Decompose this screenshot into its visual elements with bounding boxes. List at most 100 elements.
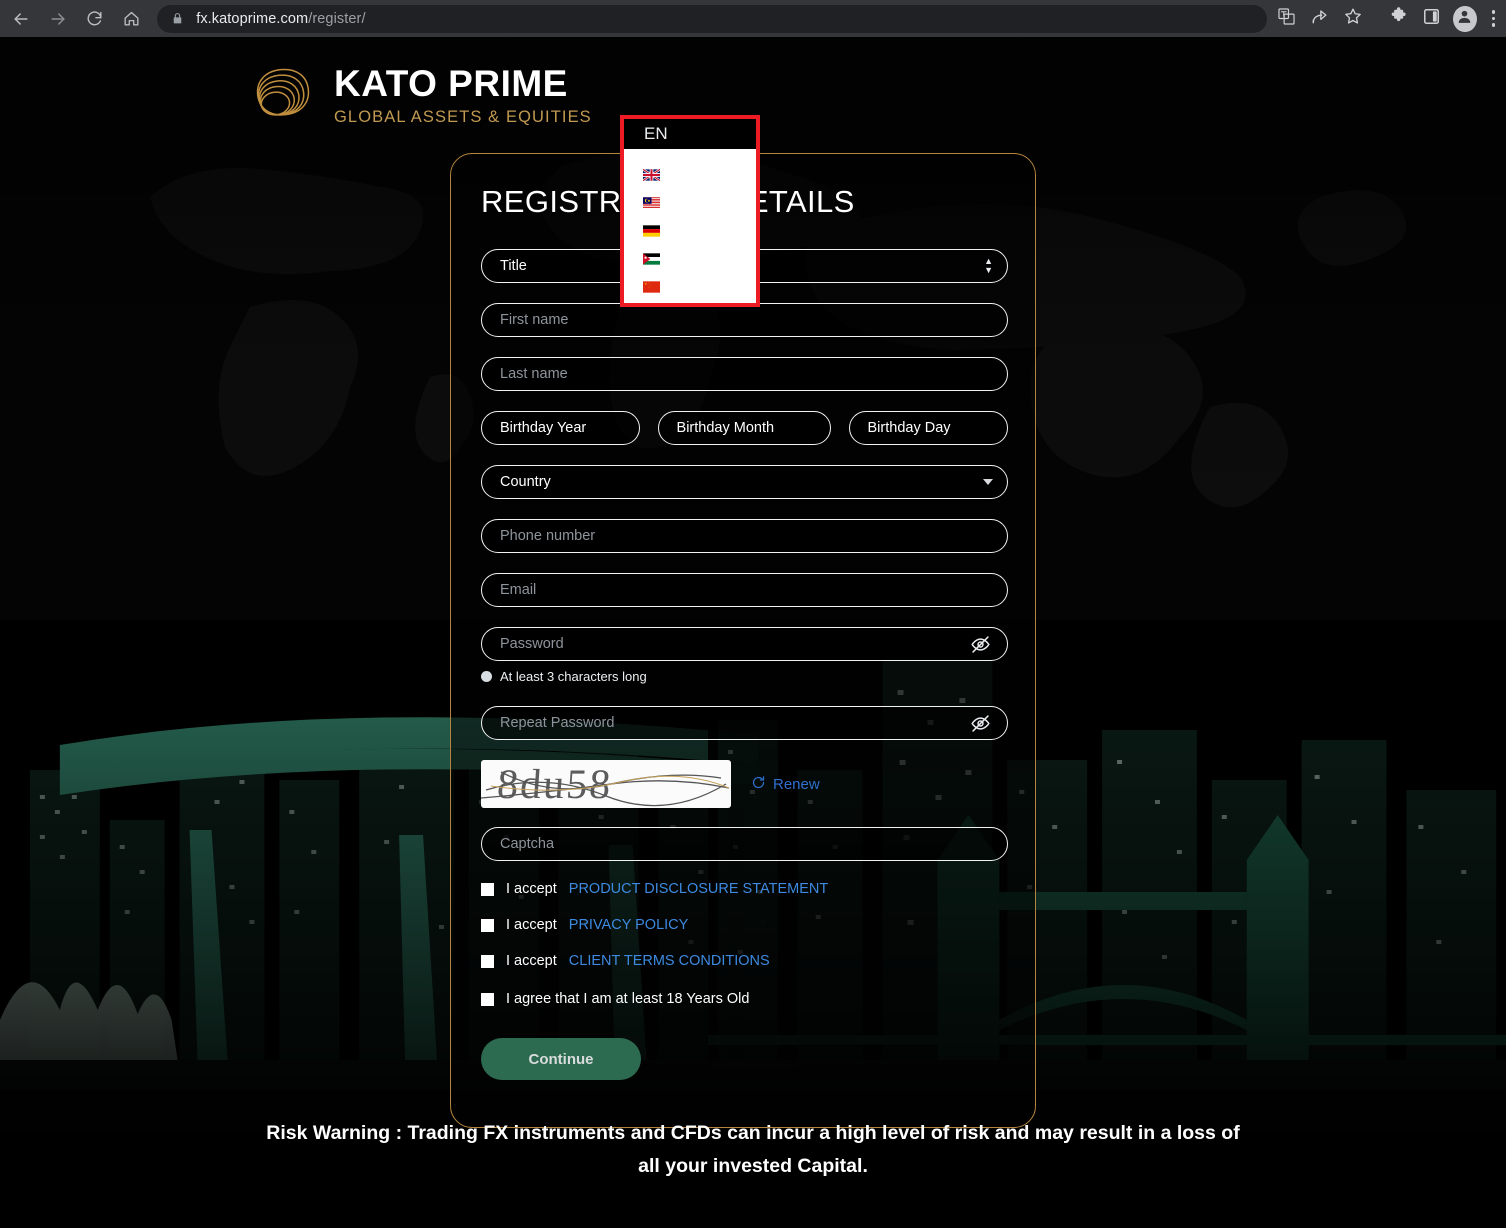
password-hint: At least 3 characters long [481, 669, 1008, 684]
kato-prime-logo-icon [256, 68, 310, 116]
reload-icon [85, 9, 104, 28]
brand-title: KATO PRIME [334, 62, 568, 104]
consent-client-terms[interactable]: I accept CLIENT TERMS CONDITIONS [481, 953, 1008, 969]
language-option-chinese[interactable] [624, 273, 756, 301]
forward-button[interactable] [43, 2, 74, 36]
consent-client-terms-checkbox[interactable] [481, 954, 494, 968]
birthday-month-input[interactable]: Birthday Month [657, 411, 831, 445]
email-placeholder: Email [500, 582, 537, 598]
renew-captcha-button[interactable]: Renew [751, 775, 820, 794]
language-option-arabic[interactable] [624, 245, 756, 273]
forward-arrow-icon [48, 9, 68, 29]
back-button[interactable] [6, 2, 37, 36]
brand-text: KATO PRIME GLOBAL ASSETS & EQUITIES [334, 65, 592, 126]
last-name-input[interactable]: Last name [481, 357, 1008, 391]
birthday-year-value: Birthday Year [500, 420, 587, 436]
reload-button[interactable] [80, 2, 111, 36]
translate-icon [1277, 7, 1296, 31]
repeat-password-input[interactable]: Repeat Password [481, 706, 1008, 740]
consent-client-terms-link[interactable]: CLIENT TERMS CONDITIONS [569, 953, 770, 969]
consent-privacy-checkbox[interactable] [481, 918, 494, 932]
brand-subtitle: GLOBAL ASSETS & EQUITIES [334, 107, 592, 126]
url-host: fx.katoprime.com [196, 10, 309, 27]
germany-flag-icon [643, 225, 660, 237]
profile-button[interactable] [1453, 5, 1477, 32]
last-name-placeholder: Last name [500, 366, 568, 382]
consent-pds-link[interactable]: PRODUCT DISCLOSURE STATEMENT [569, 881, 828, 897]
home-button[interactable] [116, 2, 147, 36]
bullet-icon [481, 671, 492, 682]
toggle-repeat-password-visibility-icon[interactable] [969, 712, 991, 734]
title-select-value: Title [500, 258, 527, 274]
registration-form: Title ▲ ▼ First name Last name Birthday Y… [481, 249, 1008, 1080]
birthday-day-value: Birthday Day [867, 420, 951, 436]
three-dot-menu-icon[interactable] [1481, 4, 1506, 34]
puzzle-icon [1389, 6, 1408, 31]
password-input[interactable]: Password [481, 627, 1008, 661]
lock-icon [171, 12, 184, 25]
consent-privacy-link[interactable]: PRIVACY POLICY [569, 917, 689, 933]
birthday-row: Birthday Year Birthday Month Birthday Da… [481, 411, 1008, 445]
consent-age-label: I agree that I am at least 18 Years Old [506, 991, 750, 1007]
language-option-malay[interactable] [624, 189, 756, 217]
continue-button[interactable]: Continue [481, 1038, 641, 1080]
consent-age[interactable]: I agree that I am at least 18 Years Old [481, 991, 1008, 1007]
captcha-input[interactable]: Captcha [481, 827, 1008, 861]
captcha-image: 8du58 [481, 760, 731, 808]
language-current-value[interactable]: EN [624, 119, 756, 149]
captcha-row: 8du58 Renew [481, 760, 1008, 808]
language-option-german[interactable] [624, 217, 756, 245]
translate-button[interactable] [1273, 4, 1300, 34]
captcha-placeholder: Captcha [500, 836, 555, 852]
uk-flag-icon [643, 169, 660, 181]
bookmark-button[interactable] [1340, 4, 1367, 34]
consent-pds-checkbox[interactable] [481, 882, 494, 896]
first-name-input[interactable]: First name [481, 303, 1008, 337]
password-hint-text: At least 3 characters long [500, 669, 647, 684]
birthday-year-input[interactable]: Birthday Year [481, 411, 640, 445]
language-options-list [624, 149, 756, 303]
phone-input[interactable]: Phone number [481, 519, 1008, 553]
avatar-icon [1456, 8, 1473, 30]
url-text: fx.katoprime.com/register/ [196, 11, 365, 27]
consent-client-terms-prefix: I accept [506, 953, 557, 969]
email-input[interactable]: Email [481, 573, 1008, 607]
first-name-placeholder: First name [500, 312, 569, 328]
birthday-month-value: Birthday Month [676, 420, 775, 436]
chevron-down-icon [983, 479, 993, 485]
language-dropdown[interactable]: EN [620, 115, 760, 307]
repeat-password-placeholder: Repeat Password [500, 715, 615, 731]
side-panel-button[interactable] [1418, 4, 1445, 34]
jordan-flag-icon [643, 253, 660, 265]
malaysia-flag-icon [643, 197, 660, 209]
country-select[interactable]: Country [481, 465, 1008, 499]
consent-age-checkbox[interactable] [481, 992, 494, 1006]
share-button[interactable] [1306, 4, 1333, 34]
back-arrow-icon [11, 9, 31, 29]
updown-caret-icon: ▲ ▼ [984, 256, 993, 275]
password-placeholder: Password [500, 636, 564, 652]
share-icon [1310, 6, 1330, 31]
consent-privacy[interactable]: I accept PRIVACY POLICY [481, 917, 1008, 933]
phone-placeholder: Phone number [500, 528, 596, 544]
risk-warning: Risk Warning : Trading FX instruments an… [266, 1122, 1240, 1177]
brand-logo[interactable]: KATO PRIME GLOBAL ASSETS & EQUITIES [250, 62, 592, 128]
url-path: /register/ [308, 10, 366, 27]
extensions-button[interactable] [1385, 4, 1412, 34]
refresh-icon [751, 775, 766, 794]
address-bar[interactable]: fx.katoprime.com/register/ [157, 4, 1268, 33]
country-select-value: Country [500, 474, 551, 490]
birthday-day-input[interactable]: Birthday Day [848, 411, 1008, 445]
star-icon [1343, 6, 1363, 31]
home-icon [122, 9, 141, 28]
svg-text:8du58: 8du58 [496, 762, 614, 808]
consent-pds[interactable]: I accept PRODUCT DISCLOSURE STATEMENT [481, 881, 1008, 897]
browser-toolbar: fx.katoprime.com/register/ [0, 0, 1506, 37]
consent-pds-prefix: I accept [506, 881, 557, 897]
language-option-english[interactable] [624, 161, 756, 189]
china-flag-icon [643, 281, 660, 293]
side-panel-icon [1422, 7, 1441, 31]
page-body: KATO PRIME GLOBAL ASSETS & EQUITIES REGI… [0, 37, 1506, 1228]
toggle-password-visibility-icon[interactable] [969, 633, 991, 655]
consent-privacy-prefix: I accept [506, 917, 557, 933]
